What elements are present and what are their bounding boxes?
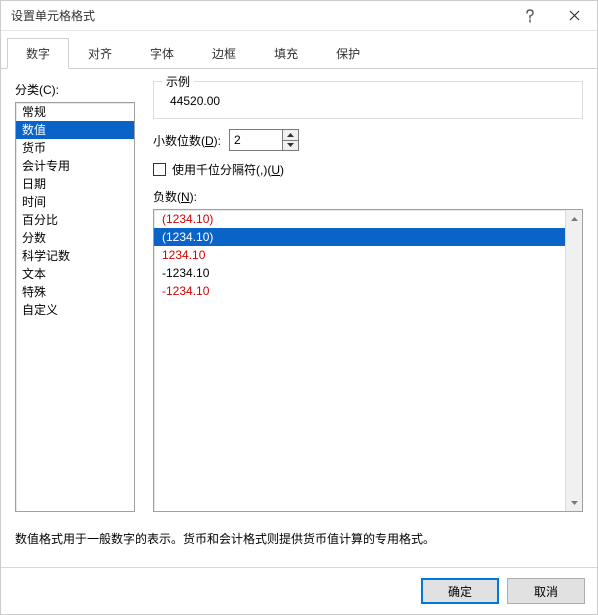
tab-4[interactable]: 填充 [255, 38, 317, 69]
titlebar: 设置单元格格式 [1, 1, 597, 31]
help-button[interactable] [507, 1, 552, 31]
scroll-track[interactable] [566, 227, 582, 494]
help-icon [525, 9, 535, 23]
window-title: 设置单元格格式 [11, 7, 95, 24]
category-list[interactable]: 常规数值货币会计专用日期时间百分比分数科学记数文本特殊自定义 [15, 102, 135, 512]
negatives-item[interactable]: (1234.10) [154, 228, 565, 246]
sample-group: 示例 44520.00 [153, 81, 583, 119]
chevron-down-icon [287, 143, 294, 147]
negatives-item[interactable]: -1234.10 [154, 282, 565, 300]
sample-value: 44520.00 [164, 94, 572, 108]
negatives-list[interactable]: (1234.10)(1234.10)1234.10-1234.10-1234.1… [153, 209, 583, 512]
negatives-item[interactable]: -1234.10 [154, 264, 565, 282]
tab-3[interactable]: 边框 [193, 38, 255, 69]
decimals-spinner[interactable] [229, 129, 299, 151]
tab-2[interactable]: 字体 [131, 38, 193, 69]
category-item[interactable]: 百分比 [16, 211, 134, 229]
tab-1[interactable]: 对齐 [69, 38, 131, 69]
thousands-label: 使用千位分隔符(,)(U) [172, 161, 284, 178]
negatives-item[interactable]: 1234.10 [154, 246, 565, 264]
category-item[interactable]: 自定义 [16, 301, 134, 319]
chevron-up-icon [571, 217, 578, 221]
category-item[interactable]: 会计专用 [16, 157, 134, 175]
decimals-label: 小数位数(D): [153, 132, 221, 149]
category-item[interactable]: 科学记数 [16, 247, 134, 265]
spin-down-button[interactable] [283, 141, 298, 151]
cancel-button[interactable]: 取消 [507, 578, 585, 604]
category-panel: 分类(C): 常规数值货币会计专用日期时间百分比分数科学记数文本特殊自定义 [15, 81, 135, 512]
negatives-item[interactable]: (1234.10) [154, 210, 565, 228]
category-item[interactable]: 常规 [16, 103, 134, 121]
description-text: 数值格式用于一般数字的表示。货币和会计格式则提供货币值计算的专用格式。 [15, 530, 583, 547]
negatives-label: 负数(N): [153, 188, 583, 205]
tab-0[interactable]: 数字 [7, 38, 69, 69]
spin-up-button[interactable] [283, 130, 298, 141]
settings-panel: 示例 44520.00 小数位数(D): [135, 81, 583, 512]
close-button[interactable] [552, 1, 597, 31]
thousands-checkbox-row[interactable]: 使用千位分隔符(,)(U) [153, 161, 583, 178]
chevron-down-icon [571, 501, 578, 505]
tabs: 数字对齐字体边框填充保护 [1, 31, 597, 69]
ok-button[interactable]: 确定 [421, 578, 499, 604]
category-item[interactable]: 文本 [16, 265, 134, 283]
scroll-up-button[interactable] [566, 210, 582, 227]
spinner-buttons [283, 129, 299, 151]
decimals-row: 小数位数(D): [153, 129, 583, 151]
category-item[interactable]: 分数 [16, 229, 134, 247]
tab-5[interactable]: 保护 [317, 38, 379, 69]
scroll-down-button[interactable] [566, 494, 582, 511]
category-item[interactable]: 日期 [16, 175, 134, 193]
cancel-button-label: 取消 [534, 583, 558, 600]
format-cells-dialog: 设置单元格格式 数字对齐字体边框填充保护 分类(C): 常规数值货币会计专用日期… [0, 0, 598, 615]
close-icon [569, 10, 580, 21]
thousands-checkbox[interactable] [153, 163, 166, 176]
category-item[interactable]: 货币 [16, 139, 134, 157]
ok-button-label: 确定 [448, 583, 472, 600]
category-item[interactable]: 特殊 [16, 283, 134, 301]
chevron-up-icon [287, 133, 294, 137]
category-item[interactable]: 数值 [16, 121, 134, 139]
negatives-scrollbar[interactable] [565, 210, 582, 511]
category-label: 分类(C): [15, 81, 135, 98]
button-bar: 确定 取消 [1, 567, 597, 614]
category-item[interactable]: 时间 [16, 193, 134, 211]
sample-legend: 示例 [162, 73, 194, 90]
dialog-body: 分类(C): 常规数值货币会计专用日期时间百分比分数科学记数文本特殊自定义 示例… [1, 69, 597, 567]
decimals-input[interactable] [229, 129, 283, 151]
